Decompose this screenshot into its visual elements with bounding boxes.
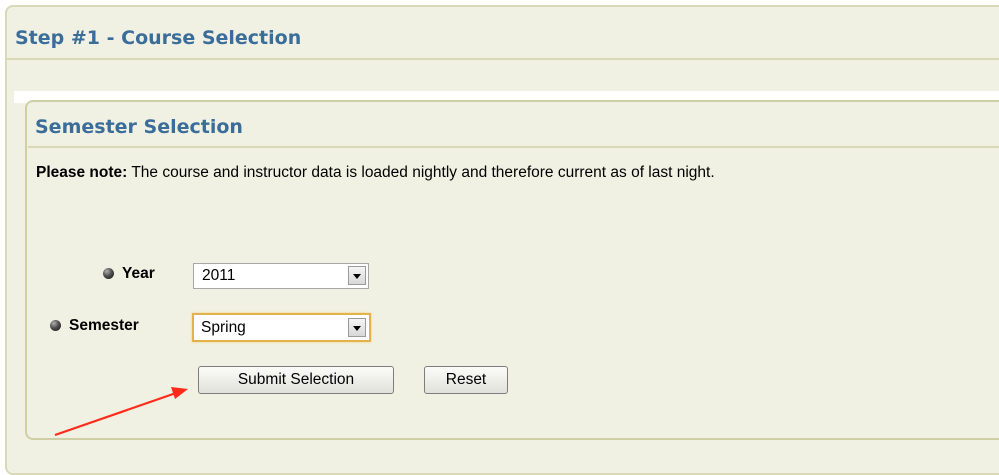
semester-selection-panel [25, 100, 999, 440]
step-title: Step #1 - Course Selection [15, 27, 302, 49]
submit-selection-button[interactable]: Submit Selection [198, 366, 394, 394]
chevron-down-icon[interactable] [348, 318, 366, 337]
semester-selection-divider [28, 146, 999, 148]
year-select-value: 2011 [202, 267, 236, 284]
semester-label: Semester [69, 317, 139, 334]
semester-select-value: Spring [201, 319, 246, 336]
year-select[interactable]: 2011 [193, 263, 369, 289]
step-title-divider [7, 58, 999, 60]
bullet-icon [103, 268, 114, 279]
semester-select[interactable]: Spring [192, 313, 371, 342]
reset-button[interactable]: Reset [424, 366, 508, 394]
chevron-down-icon[interactable] [348, 266, 366, 285]
year-label: Year [122, 265, 155, 282]
note-label: Please note: [36, 164, 128, 181]
note-text: The course and instructor data is loaded… [127, 164, 715, 181]
data-freshness-note: Please note: The course and instructor d… [36, 161, 986, 184]
semester-selection-title: Semester Selection [35, 116, 243, 138]
bullet-icon [50, 320, 61, 331]
